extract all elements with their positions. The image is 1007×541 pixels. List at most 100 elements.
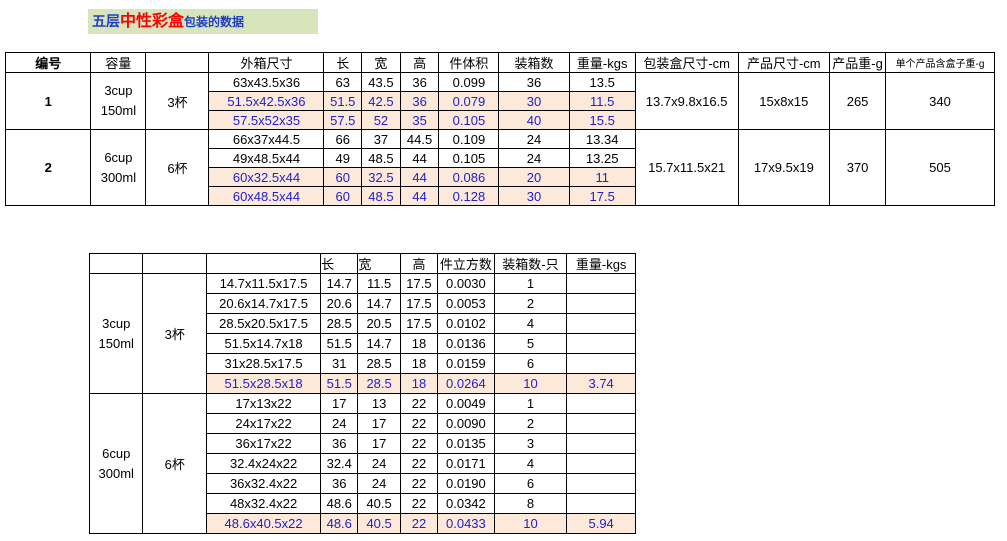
weight-cell (566, 273, 636, 294)
quantity-cell: 24 (498, 148, 570, 168)
length-cell: 63 (323, 72, 363, 92)
height-cell: 35 (399, 110, 440, 130)
capacity-ml: 150ml (100, 103, 137, 118)
title-part-3: 包装的数据 (184, 15, 245, 29)
header-cell: 装箱数 (498, 52, 570, 73)
box-size-cell: 24x17x22 (206, 413, 322, 434)
box-size-cell: 36x32.4x22 (206, 473, 322, 494)
volume-cell: 0.0090 (437, 413, 495, 434)
capacity-cup: 6cup (104, 149, 133, 165)
header-cell: 件立方数 (437, 253, 495, 274)
width-cell: 37 (361, 129, 401, 149)
table-row: 3cup 150ml 3杯 14.7x11.5x17.5 14.7 11.5 17.5 0.0… (88, 273, 636, 394)
width-cell: 52 (361, 110, 401, 130)
height-cell: 44 (399, 186, 440, 206)
volume-cell: 0.0030 (437, 273, 495, 294)
height-cell: 18 (399, 353, 439, 374)
quantity-cell: 20 (498, 167, 570, 187)
height-cell: 22 (399, 433, 439, 454)
width-cell: 40.5 (357, 513, 401, 534)
length-cell: 28.5 (320, 313, 359, 334)
capacity-cup: 3cup (102, 315, 131, 331)
header-cell (206, 253, 322, 274)
volume-cell: 0.0433 (437, 513, 495, 534)
header-cell: 宽 (361, 52, 401, 73)
title-part-1: 五层 (92, 13, 120, 29)
header-cell: 高 (399, 52, 440, 73)
package-size-cell: 13.7x9.8x16.5 (634, 72, 739, 130)
width-cell: 14.7 (357, 293, 401, 314)
quantity-cell: 36 (498, 72, 570, 92)
header-cell (142, 253, 208, 274)
capacity-ml: 150ml (98, 335, 134, 351)
quantity-cell: 1 (493, 273, 568, 294)
box-size-cell: 57.5x52x35 (208, 110, 325, 130)
capacity-cup: 3cup (104, 83, 133, 98)
width-cell: 28.5 (357, 373, 401, 394)
height-cell: 22 (399, 453, 439, 474)
weight-cell (566, 293, 636, 314)
capacity-cell: 6cup 300ml (88, 393, 144, 534)
quantity-cell: 1 (493, 393, 568, 414)
quantity-cell: 3 (493, 433, 568, 454)
carton-spec-table: 编号 容量 外箱尺寸 长 宽 高 件体积 装箱数 重量-kgs 包装盒尺寸-cm… (4, 52, 995, 206)
box-size-cell: 60x48.5x44 (208, 186, 325, 206)
height-cell: 17.5 (399, 293, 439, 314)
product-weight-cell: 265 (829, 72, 887, 130)
product-size-cell: 15x8x15 (737, 72, 831, 130)
quantity-cell: 30 (498, 186, 570, 206)
total-weight-cell: 505 (885, 129, 995, 206)
height-cell: 22 (399, 493, 439, 514)
header-cell: 宽 (357, 253, 401, 274)
weight-cell: 3.74 (566, 373, 636, 394)
height-cell: 18 (399, 373, 439, 394)
volume-cell: 0.0171 (437, 453, 495, 474)
width-cell: 42.5 (361, 91, 401, 111)
length-cell: 24 (320, 413, 359, 434)
length-cell: 57.5 (323, 110, 363, 130)
weight-cell: 13.25 (568, 148, 636, 168)
length-cell: 17 (320, 393, 359, 414)
length-cell: 36 (320, 473, 359, 494)
height-cell: 44 (399, 167, 440, 187)
length-cell: 36 (320, 433, 359, 454)
length-cell: 60 (323, 167, 363, 187)
header-cell: 长 (323, 52, 363, 73)
quantity-cell: 24 (498, 129, 570, 149)
volume-cell: 0.0342 (437, 493, 495, 514)
capacity-ml: 300ml (98, 465, 134, 481)
weight-cell (566, 353, 636, 374)
row-number-cell: 2 (4, 129, 92, 206)
length-cell: 49 (323, 148, 363, 168)
box-size-cell: 48x32.4x22 (206, 493, 322, 514)
height-cell: 44 (399, 148, 440, 168)
height-cell: 22 (399, 473, 439, 494)
header-cell (88, 253, 144, 274)
box-size-cell: 66x37x44.5 (208, 129, 325, 149)
width-cell: 11.5 (357, 273, 401, 294)
product-size-cell: 17x9.5x19 (737, 129, 831, 206)
volume-cell: 0.079 (438, 91, 500, 111)
header-cell: 件体积 (438, 52, 500, 73)
quantity-cell: 4 (493, 313, 568, 334)
width-cell: 17 (357, 413, 401, 434)
table2-header-row: 长 宽 高 件立方数 装箱数-只 重量-kgs (88, 253, 636, 274)
header-cell (145, 52, 210, 73)
quantity-cell: 8 (493, 493, 568, 514)
box-size-cell: 14.7x11.5x17.5 (206, 273, 322, 294)
cup-cell: 3杯 (145, 72, 210, 130)
height-cell: 22 (399, 413, 439, 434)
weight-cell: 5.94 (566, 513, 636, 534)
width-cell: 48.5 (361, 186, 401, 206)
package-size-cell: 15.7x11.5x21 (634, 129, 739, 206)
volume-cell: 0.105 (438, 148, 500, 168)
width-cell: 40.5 (357, 493, 401, 514)
weight-cell (566, 453, 636, 474)
box-size-cell: 31x28.5x17.5 (206, 353, 322, 374)
box-size-cell: 49x48.5x44 (208, 148, 325, 168)
length-cell: 14.7 (320, 273, 359, 294)
box-size-cell: 36x17x22 (206, 433, 322, 454)
header-cell: 产品重-g (829, 52, 887, 73)
length-cell: 66 (323, 129, 363, 149)
header-cell: 编号 (4, 52, 92, 73)
